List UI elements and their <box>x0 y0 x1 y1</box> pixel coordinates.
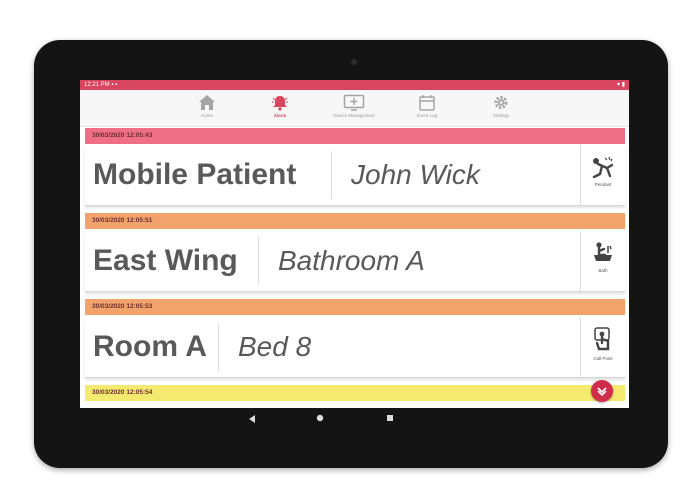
alert-type: Pendant <box>580 145 625 205</box>
alert-timestamp-bar: 30/03/2020 12:05:51 <box>85 213 625 229</box>
call-point-icon <box>594 327 610 351</box>
alert-type-label: Bath <box>598 268 608 273</box>
app-screen: 12:21 PM ▪ ▪ ▾ ▮ Home Alarm Device Manag… <box>80 80 629 408</box>
nav-event-log-label: Event Log <box>416 113 438 118</box>
nav-alarm-label: Alarm <box>273 113 287 118</box>
status-bar: 12:21 PM ▪ ▪ ▾ ▮ <box>80 80 629 90</box>
alert-detail: Bed 8 <box>238 331 312 362</box>
pendant-fall-icon <box>592 156 614 179</box>
alert-timestamp-bar: 30/03/2020 12:05:43 <box>85 128 625 144</box>
recents-button[interactable] <box>382 412 398 426</box>
bath-icon <box>594 242 612 261</box>
nav-alarm[interactable]: Alarm <box>245 93 315 125</box>
nav-home-label: Home <box>200 113 213 118</box>
gear-icon <box>494 96 508 109</box>
divider <box>218 323 219 371</box>
alert-location: Mobile Patient <box>93 158 297 191</box>
chevron-down-icon <box>597 387 607 397</box>
top-nav: Home Alarm Device Management Event Log S… <box>80 90 629 127</box>
front-camera <box>351 59 357 65</box>
alert-type: Call Point <box>580 317 625 377</box>
divider <box>258 237 259 285</box>
alert-type-label: Pendant <box>594 182 612 187</box>
alert-location: East Wing <box>93 244 238 277</box>
alert-type-label: Call Point <box>593 356 613 361</box>
scroll-down-button[interactable] <box>591 380 613 402</box>
back-button[interactable] <box>244 412 260 426</box>
nav-home[interactable]: Home <box>172 93 242 125</box>
alert-timestamp-bar: 30/03/2020 12:05:54 <box>85 385 625 401</box>
nav-event-log[interactable]: Event Log <box>392 93 462 125</box>
alert-timestamp-bar: 30/03/2020 12:05:53 <box>85 299 625 315</box>
alert-detail: John Wick <box>351 159 480 190</box>
status-time: 12:21 PM ▪ ▪ <box>84 82 118 88</box>
nav-device-label: Device Management <box>333 113 375 118</box>
alert-card[interactable]: East Wing Bathroom A Bath <box>85 231 625 292</box>
nav-settings[interactable]: Settings <box>466 93 536 125</box>
divider <box>331 151 332 199</box>
home-circle-icon <box>316 414 324 422</box>
android-nav-bar <box>80 408 629 430</box>
recents-square-icon <box>387 415 393 421</box>
calendar-icon <box>419 95 435 111</box>
monitor-plus-icon <box>343 94 365 111</box>
back-triangle-icon <box>249 415 255 423</box>
home-icon <box>199 95 215 110</box>
alert-detail: Bathroom A <box>278 245 425 276</box>
nav-settings-label: Settings <box>492 113 510 118</box>
bell-icon <box>272 96 288 111</box>
alert-location: Room A <box>93 330 207 363</box>
alert-card[interactable]: Room A Bed 8 Call Point <box>85 317 625 378</box>
status-icons: ▾ ▮ <box>617 82 625 88</box>
alert-card[interactable]: Mobile Patient John Wick Pendant <box>85 145 625 206</box>
home-button[interactable] <box>312 412 328 426</box>
nav-device-management[interactable]: Device Management <box>319 93 389 125</box>
alert-type: Bath <box>580 231 625 291</box>
